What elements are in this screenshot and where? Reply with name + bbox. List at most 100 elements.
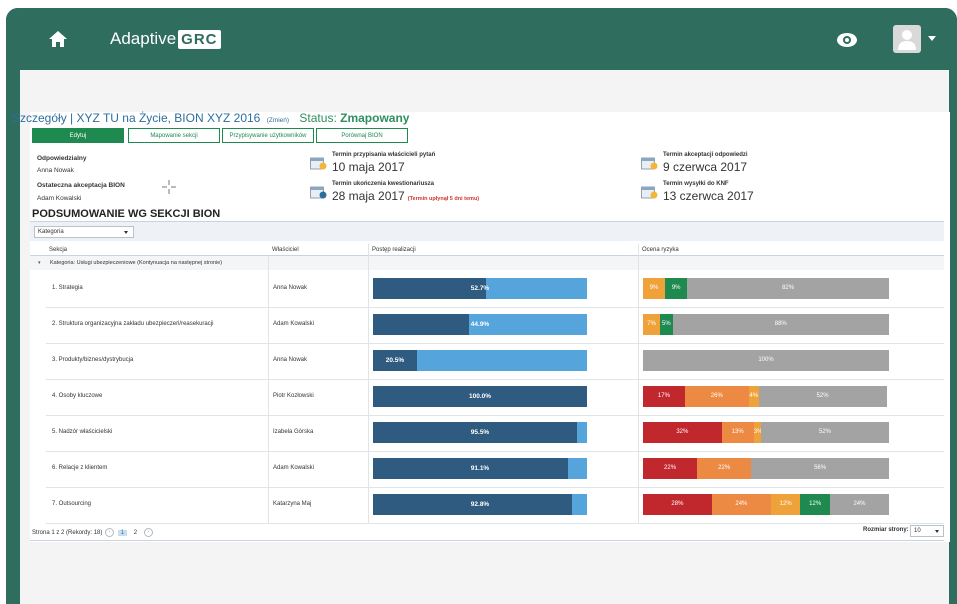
user-menu-button[interactable] (893, 25, 921, 53)
eye-icon[interactable] (836, 32, 858, 48)
progress-bar: 95.5% (373, 422, 587, 443)
row-section-name[interactable]: 4. Osoby kluczowe (52, 393, 102, 399)
status-value: Zmapowany (340, 111, 410, 125)
page-size-value: 10 (914, 528, 921, 534)
risk-segment: 7% (643, 314, 661, 335)
overdue-note: (Termin upłynął 5 dni temu) (407, 196, 480, 202)
calendar-icon (310, 186, 327, 199)
group-by-dropdown[interactable]: Kategoria (34, 226, 134, 238)
progress-bar: 52.7% (373, 278, 587, 299)
row-divider (46, 451, 944, 452)
risk-segment: 12% (770, 494, 801, 515)
crosshair-icon (162, 180, 176, 194)
page-size-select[interactable]: 10 (910, 525, 944, 537)
row-owner: Adam Kowalski (273, 321, 315, 327)
calendar-icon (310, 157, 327, 170)
risk-segment: 26% (684, 386, 749, 407)
column-separator (638, 244, 639, 524)
row-owner: Izabela Górska (273, 429, 314, 435)
risk-segment: 88% (672, 314, 889, 335)
collapse-icon[interactable]: ▾ (38, 256, 41, 270)
risk-segment: 3% (753, 422, 762, 443)
risk-segment: 52% (761, 422, 889, 443)
top-bar: Adaptive GRC (6, 8, 957, 70)
risk-segment: 28% (643, 494, 712, 515)
prev-page-icon[interactable]: ‹ (105, 528, 115, 537)
responsible-value: Anna Nowak (37, 167, 74, 174)
user-menu-caret-icon[interactable] (928, 36, 936, 41)
logo-text: Adaptive (110, 29, 177, 48)
page-2-button[interactable]: 2 (131, 530, 140, 536)
row-section-name[interactable]: 1. Strategia (52, 285, 83, 291)
risk-bar: 7% 5% 88% (643, 314, 889, 335)
change-link[interactable]: (Zmień) (267, 117, 289, 124)
status-label: Status: (299, 111, 337, 125)
crumb-prefix[interactable]: Szczegóły (12, 111, 67, 125)
row-section-name[interactable]: 7. Outsourcing (52, 501, 91, 507)
row-divider (46, 379, 944, 380)
row-divider (46, 487, 944, 488)
risk-segment: 9% (665, 278, 688, 299)
group-row[interactable]: ▾ Kategoria: Usługi ubezpieczeniowe (Kon… (30, 256, 944, 270)
risk-segment: 12% (800, 494, 830, 515)
pager-info: Strona 1 z 2 (Rekordy: 18) (32, 530, 103, 537)
term-label-questionnaire: Termin ukończenia kwestionariusza (332, 181, 434, 187)
row-section-name[interactable]: 3. Produkty/biznes/dystrybucja (52, 357, 133, 363)
row-section-name[interactable]: 6. Relacje z klientem (52, 465, 107, 471)
progress-bar: 91.1% (373, 458, 587, 479)
row-divider (46, 343, 944, 344)
next-page-icon[interactable]: › (143, 528, 153, 537)
row-owner: Adam Kowalski (273, 465, 315, 471)
risk-segment: 82% (687, 278, 889, 299)
user-icon (898, 30, 916, 50)
risk-segment: 24% (711, 494, 771, 515)
risk-bar: 100% (643, 350, 889, 371)
column-separator (268, 256, 269, 524)
progress-bar: 92.8% (373, 494, 587, 515)
risk-bar: 9% 9% 82% (643, 278, 889, 299)
tab-edit[interactable]: Edytuj (32, 128, 124, 143)
risk-segment: 13% (721, 422, 754, 443)
progress-label: 95.5% (470, 429, 490, 436)
row-owner: Anna Nowak (273, 357, 308, 363)
risk-segment: 9% (643, 278, 666, 299)
column-separator (368, 244, 369, 524)
crumb-title: XYZ TU na Życie, BION XYZ 2016 (76, 111, 261, 125)
risk-segment: 56% (751, 458, 889, 479)
progress-label: 44.9% (470, 321, 490, 328)
progress-bar: 20.5% (373, 350, 587, 371)
calendar-icon (641, 186, 658, 199)
risk-segment: 5% (660, 314, 673, 335)
app-logo[interactable]: Adaptive GRC (110, 28, 221, 50)
page-1-button[interactable]: 1 (117, 530, 128, 537)
table-bottom-divider (30, 540, 944, 541)
row-owner: Anna Nowak (273, 285, 308, 291)
breadcrumb: Szczegóły | XYZ TU na Życie, BION XYZ 20… (12, 111, 410, 125)
term-value-acceptance: 9 czerwca 2017 (663, 160, 748, 174)
risk-bar: 22% 22% 56% (643, 458, 889, 479)
chevron-down-icon (124, 231, 128, 234)
tab-section-mapping[interactable]: Mapowanie sekcji (128, 128, 220, 143)
risk-segment: 100% (643, 350, 889, 371)
row-divider (46, 307, 944, 308)
risk-segment: 4% (748, 386, 759, 407)
risk-bar: 17% 26% 4% 52% (643, 386, 889, 407)
calendar-icon (641, 157, 658, 170)
risk-segment: 22% (643, 458, 698, 479)
group-by-value: Kategoria (38, 229, 64, 235)
final-accept-value: Adam Kowalski (37, 195, 82, 202)
risk-segment: 22% (697, 458, 752, 479)
tab-user-assignment[interactable]: Przypisywanie użytkowników (222, 128, 314, 143)
final-accept-label: Ostateczna akceptacja BION (37, 182, 125, 189)
tab-compare-bion[interactable]: Porównaj BION (316, 128, 408, 143)
row-section-name[interactable]: 2. Struktura organizacyjna zakładu ubezp… (52, 321, 213, 327)
risk-bar: 28% 24% 12% 12% 24% (643, 494, 889, 515)
progress-label: 20.5% (385, 357, 405, 364)
home-icon[interactable] (48, 30, 68, 48)
row-section-name[interactable]: 5. Nadzór właścicielski (52, 429, 112, 435)
group-label: Kategoria: Usługi ubezpieczeniowe (Konty… (50, 260, 223, 266)
row-divider (46, 523, 944, 524)
progress-label: 91.1% (470, 465, 490, 472)
progress-label: 52.7% (470, 285, 490, 292)
progress-label: 92.8% (470, 501, 490, 508)
